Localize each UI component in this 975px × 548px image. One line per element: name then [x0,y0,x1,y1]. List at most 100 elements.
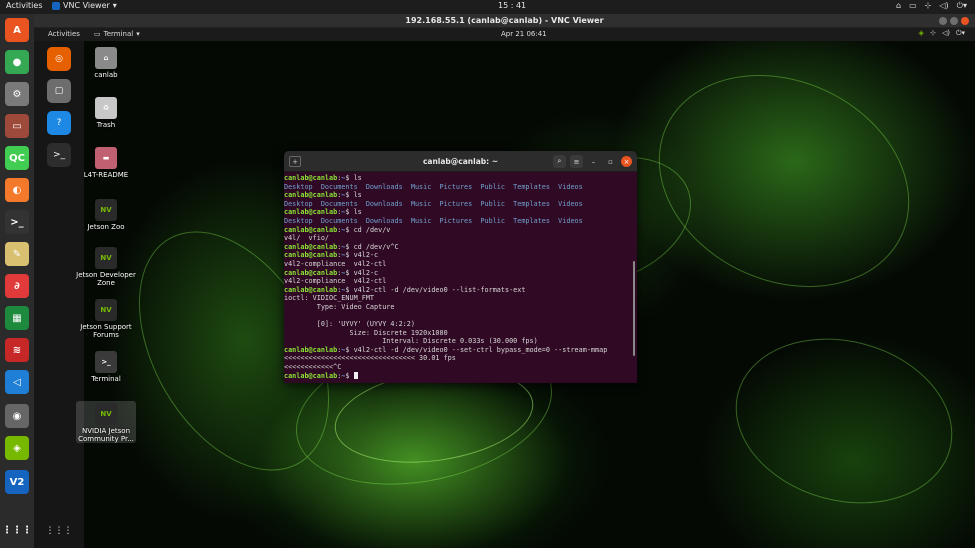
close-button[interactable]: × [621,156,632,167]
terminal-line: v4l2-compliance v4l2-ctl [284,277,637,286]
terminal-text: [0]: 'UYVY' (UYVY 4:2:2) [284,320,415,329]
vscode-icon[interactable]: ◁ [5,370,29,394]
power-icon: ⏻▾ [956,1,967,10]
app-grid-icon[interactable]: ⋮⋮⋮ [2,518,32,542]
desktop-icon-jetson-zoo[interactable]: NV Jetson Zoo [76,199,136,231]
power-icon: ⏻▾ [955,29,965,37]
network-icon: ⌂ [896,1,902,10]
minimize-button[interactable] [939,17,947,25]
files-drawer-icon[interactable]: ▭ [5,114,29,138]
remote-app-menu[interactable]: ▭ Terminal ▾ [94,30,140,38]
desktop-icon-canlab[interactable]: ⌂ canlab [76,47,136,79]
terminal-controls: ⌕ ≡ – ▫ × [553,155,632,168]
terminal-scrollbar[interactable] [633,261,635,356]
terminal-line: canlab@canlab:~$ cd /dev/v^C [284,243,637,252]
text-editor-icon[interactable]: ✎ [5,242,29,266]
terminal-line: Desktop Documents Downloads Music Pictur… [284,200,637,209]
minimize-button[interactable]: – [587,155,600,168]
chrome-icon[interactable]: ● [5,50,29,74]
terminal-line: <<<<<<<<<<<<<<<<<<<<<<<<<<<<<<<< 30.01 f… [284,354,637,363]
remote-app-name: Terminal [103,30,134,38]
terminal-text: $ v4l2-ctl -d /dev/video0 --list-formats… [345,285,526,294]
terminal-text: <<<<<<<<<<<<^C [284,363,342,372]
camera-icon[interactable]: ◉ [5,404,29,428]
terminal-text: Type: Video Capture [284,302,395,311]
help-icon[interactable]: ? [47,111,71,135]
vnc-window-titlebar[interactable]: 192.168.55.1 (canlab@canlab) - VNC Viewe… [34,14,975,28]
remote-top-bar: Activities ▭ Terminal ▾ Apr 21 06:41 ◈ ⊹… [34,28,975,41]
app-red-icon[interactable]: ∂ [5,274,29,298]
terminal-line: Type: Video Capture [284,303,637,312]
qt-creator-icon[interactable]: QC [5,146,29,170]
terminal-icon[interactable]: >_ [47,143,71,167]
desktop-icon-nvidia-community[interactable]: NV NVIDIA Jetson Community Pr... [76,401,136,443]
terminal-text: <<<<<<<<<<<<<<<<<<<<<<<<<<<<<<<< 30.01 f… [284,354,456,363]
terminal-text: canlab@canlab [284,285,338,294]
host-app-menu[interactable]: VNC Viewer ▾ [52,1,117,10]
host-clock[interactable]: 15 : 41 [498,1,526,10]
desktop-icon-terminal[interactable]: >_ Terminal [76,351,136,383]
maximize-button[interactable] [950,17,958,25]
keyboard-icon: ▭ [909,1,917,10]
terminal-line: Desktop Documents Downloads Music Pictur… [284,183,637,192]
desktop-icon-label: Trash [96,121,116,129]
terminal-text: v4l2-compliance v4l2-ctl [284,277,387,286]
terminal-line: canlab@canlab:~$ ls [284,208,637,217]
terminal-text: canlab@canlab [284,242,338,251]
maximize-button[interactable]: ▫ [604,155,617,168]
terminal-line: v4l2-compliance v4l2-ctl [284,260,637,269]
terminal-line: canlab@canlab:~$ [284,371,637,381]
terminal-text: Desktop Documents Downloads Music Pictur… [284,199,583,208]
remote-clock[interactable]: Apr 21 06:41 [501,30,547,38]
desktop-icon-trash[interactable]: ♻ Trash [76,97,136,129]
trash-icon: ♻ [95,97,117,119]
terminal-icon: >_ [95,351,117,373]
close-button[interactable] [961,17,969,25]
terminal-text: $ cd /dev/v [345,225,391,234]
host-activities-button[interactable]: Activities [6,1,43,10]
terminal-text: $ v4l2-ctl -d /dev/video0 --set-ctrl byp… [345,345,608,354]
desktop-icon-label: Jetson Developer Zone [76,271,136,287]
ubuntu-software-icon[interactable]: A [5,18,29,42]
terminal-text: v4l2-compliance v4l2-ctl [284,259,387,268]
app-grid-icon[interactable]: ⋮⋮⋮ [46,519,73,543]
settings-icon[interactable]: ⚙ [5,82,29,106]
desktop-icon-label: Jetson Support Forums [80,323,132,339]
terminal-text: $ ls [345,208,362,217]
terminal-text: $ ls [345,191,362,200]
wired-network-icon: ⊹ [924,1,932,10]
maximize-icon: ▫ [608,157,613,166]
terminal-window[interactable]: + canlab@canlab: ~ ⌕ ≡ – ▫ × canlab@canl… [284,151,637,383]
terminal-icon[interactable]: >_ [5,210,29,234]
terminal-text: $ v4l2-c [345,251,379,260]
firefox-icon[interactable]: ◎ [47,47,71,71]
files-icon[interactable]: ▢ [47,79,71,103]
desktop-icon-jetson-support-forums[interactable]: NV Jetson Support Forums [76,299,136,339]
menu-button[interactable]: ≡ [570,155,583,168]
terminal-text: Desktop Documents Downloads Music Pictur… [284,216,583,225]
search-button[interactable]: ⌕ [553,155,566,168]
vnc-viewer-icon[interactable]: V2 [5,470,29,494]
host-app-name: VNC Viewer [63,1,110,10]
terminal-output[interactable]: canlab@canlab:~$ ls Desktop Documents Dow… [284,173,637,383]
app-red2-icon[interactable]: ≋ [5,338,29,362]
terminal-text: canlab@canlab [284,251,338,260]
nvidia-icon[interactable]: ◈ [5,436,29,460]
host-system-tray[interactable]: ⌂ ▭ ⊹ ◁) ⏻▾ [896,1,967,11]
close-icon: × [623,157,630,166]
remote-system-tray[interactable]: ◈ ⊹ ◁) ⏻▾ [919,29,965,38]
nvidia-tray-icon: ◈ [918,29,924,37]
desktop-icon-l4t-readme[interactable]: ▬ L4T-README [76,147,136,179]
host-dock: A ● ⚙ ▭ QC ◐ >_ ✎ ∂ ▦ ≋ ◁ ◉ ◈ V2 ⋮⋮⋮ [0,14,34,548]
jetson-support-forums-icon: NV [95,299,117,321]
spreadsheet-icon[interactable]: ▦ [5,306,29,330]
desktop-icon-jetson-developer-zone[interactable]: NV Jetson Developer Zone [76,247,136,287]
desktop-icon-label: Terminal [91,375,121,383]
terminal-line: canlab@canlab:~$ v4l2-c [284,251,637,260]
canlab-icon: ⌂ [95,47,117,69]
terminal-text: $ ls [345,174,362,182]
terminal-header[interactable]: + canlab@canlab: ~ ⌕ ≡ – ▫ × [284,151,637,172]
blender-icon[interactable]: ◐ [5,178,29,202]
terminal-text: Desktop Documents Downloads Music Pictur… [284,182,583,191]
remote-activities-button[interactable]: Activities [48,30,80,38]
